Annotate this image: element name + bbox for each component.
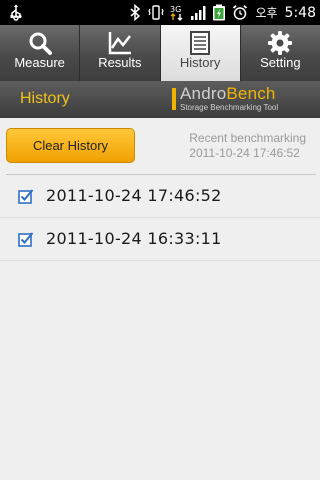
bluetooth-icon	[130, 4, 141, 21]
status-time: 5:48	[284, 4, 316, 21]
recent-label: Recent benchmarking	[189, 131, 306, 145]
history-item[interactable]: 2011-10-24 17:46:52	[0, 175, 320, 218]
recent-timestamp: 2011-10-24 17:46:52	[189, 146, 300, 160]
magnifier-icon	[29, 32, 52, 55]
checked-checkbox-icon	[18, 232, 34, 247]
status-bar: 3G 오후 5:48	[0, 0, 320, 25]
tab-setting[interactable]: Setting	[241, 25, 320, 81]
vibrate-icon	[148, 5, 165, 20]
page-header: History AndroBench Storage Benchmarking …	[0, 81, 320, 118]
logo-text-andro: Andro	[180, 84, 227, 103]
history-item-timestamp: 2011-10-24 16:33:11	[46, 229, 222, 248]
logo-text-bench: Bench	[226, 84, 276, 103]
tab-history[interactable]: History	[160, 25, 241, 81]
status-time-period: 오후	[255, 6, 278, 20]
checked-checkbox-icon	[18, 189, 34, 204]
usb-icon	[10, 4, 22, 21]
battery-charging-icon	[213, 4, 226, 21]
recent-benchmarking: Recent benchmarking 2011-10-24 17:46:52	[189, 131, 306, 161]
tab-label: Setting	[260, 55, 301, 70]
history-list: 2011-10-24 17:46:52 2011-10-24 16:33:11	[0, 175, 320, 261]
history-item[interactable]: 2011-10-24 16:33:11	[0, 218, 320, 261]
document-icon	[190, 31, 211, 55]
alarm-icon	[233, 5, 248, 20]
signal-icon	[191, 6, 206, 20]
app-logo: AndroBench Storage Benchmarking Tool	[172, 84, 310, 114]
page-title: History	[20, 90, 70, 107]
tab-label: History	[179, 55, 221, 70]
svg-text:3G: 3G	[170, 5, 181, 14]
tab-bar: Measure Results History Setting	[0, 25, 320, 81]
logo-subtitle: Storage Benchmarking Tool	[180, 103, 279, 112]
tab-measure[interactable]: Measure	[0, 25, 81, 81]
logo-text: AndroBench	[180, 84, 276, 104]
3g-data-icon: 3G	[170, 5, 183, 21]
history-item-timestamp: 2011-10-24 17:46:52	[46, 186, 222, 205]
clear-history-button[interactable]: Clear History	[6, 128, 135, 163]
gear-icon	[268, 31, 293, 55]
tab-label: Results	[98, 55, 142, 70]
logo-accent-bar	[172, 88, 176, 110]
line-chart-icon	[108, 32, 131, 55]
tab-results[interactable]: Results	[80, 25, 161, 81]
tab-label: Measure	[14, 55, 65, 70]
